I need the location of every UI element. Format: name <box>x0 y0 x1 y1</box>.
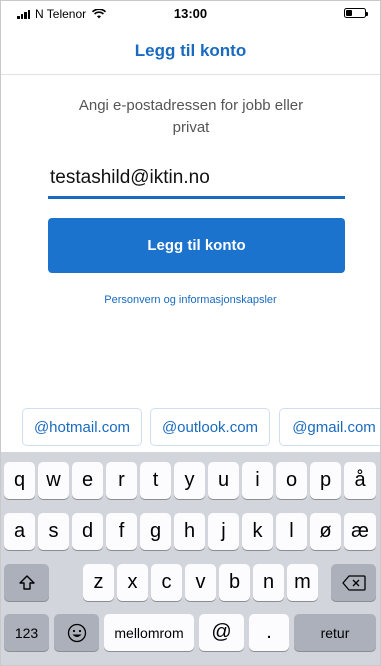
key-d[interactable]: d <box>72 513 103 550</box>
battery-icon <box>344 8 368 18</box>
numbers-key[interactable]: 123 <box>4 614 49 651</box>
key-o[interactable]: o <box>276 462 307 499</box>
emoji-icon <box>67 623 86 642</box>
key-w[interactable]: w <box>38 462 69 499</box>
email-prompt: Angi e-postadressen for jobb eller priva… <box>78 97 304 136</box>
nav-bar: Legg til konto <box>1 25 380 75</box>
key-v[interactable]: v <box>185 564 216 601</box>
key-q[interactable]: q <box>4 462 35 499</box>
emoji-key[interactable] <box>54 614 99 651</box>
key-z[interactable]: z <box>83 564 114 601</box>
key-r[interactable]: r <box>106 462 137 499</box>
keyboard: q w e r t y u i o p å a s d f g h j k l … <box>1 452 380 665</box>
key-g[interactable]: g <box>140 513 171 550</box>
suggestion-hotmail[interactable]: @hotmail.com <box>22 408 142 446</box>
at-key[interactable]: @ <box>199 614 244 651</box>
key-y[interactable]: y <box>174 462 205 499</box>
suggestion-outlook[interactable]: @outlook.com <box>150 408 270 446</box>
suggestion-gmail[interactable]: @gmail.com <box>279 408 380 446</box>
key-f[interactable]: f <box>106 513 137 550</box>
key-l[interactable]: l <box>276 513 307 550</box>
key-t[interactable]: t <box>140 462 171 499</box>
key-oe[interactable]: ø <box>310 513 341 550</box>
backspace-key[interactable] <box>331 564 376 601</box>
shift-key[interactable] <box>4 564 49 601</box>
backspace-icon <box>341 574 366 591</box>
status-time: 13:00 <box>173 6 208 21</box>
key-u[interactable]: u <box>208 462 239 499</box>
key-m[interactable]: m <box>287 564 318 601</box>
domain-suggestions: @hotmail.com @outlook.com @gmail.com <box>1 402 380 452</box>
phone-screen: N Telenor 13:00 Legg til konto Angi e-po… <box>0 0 381 666</box>
key-k[interactable]: k <box>242 513 273 550</box>
key-p[interactable]: p <box>310 462 341 499</box>
key-b[interactable]: b <box>219 564 250 601</box>
key-c[interactable]: c <box>151 564 182 601</box>
key-ae[interactable]: æ <box>344 513 376 550</box>
return-key[interactable]: retur <box>294 614 376 651</box>
page-title: Legg til konto <box>134 41 247 60</box>
email-field[interactable] <box>48 159 345 199</box>
key-h[interactable]: h <box>174 513 205 550</box>
key-j[interactable]: j <box>208 513 239 550</box>
space-key[interactable]: mellomrom <box>104 614 194 651</box>
key-i[interactable]: i <box>242 462 273 499</box>
key-a[interactable]: a <box>4 513 35 550</box>
key-n[interactable]: n <box>253 564 284 601</box>
status-bar: N Telenor 13:00 <box>1 1 380 25</box>
add-account-button[interactable]: Legg til konto <box>48 218 345 273</box>
key-aa[interactable]: å <box>344 462 376 499</box>
shift-icon <box>18 574 35 590</box>
privacy-link[interactable]: Personvern og informasjonskapsler <box>1 294 380 306</box>
dot-key[interactable]: . <box>249 614 289 651</box>
key-s[interactable]: s <box>38 513 69 550</box>
key-e[interactable]: e <box>72 462 103 499</box>
key-x[interactable]: x <box>117 564 148 601</box>
